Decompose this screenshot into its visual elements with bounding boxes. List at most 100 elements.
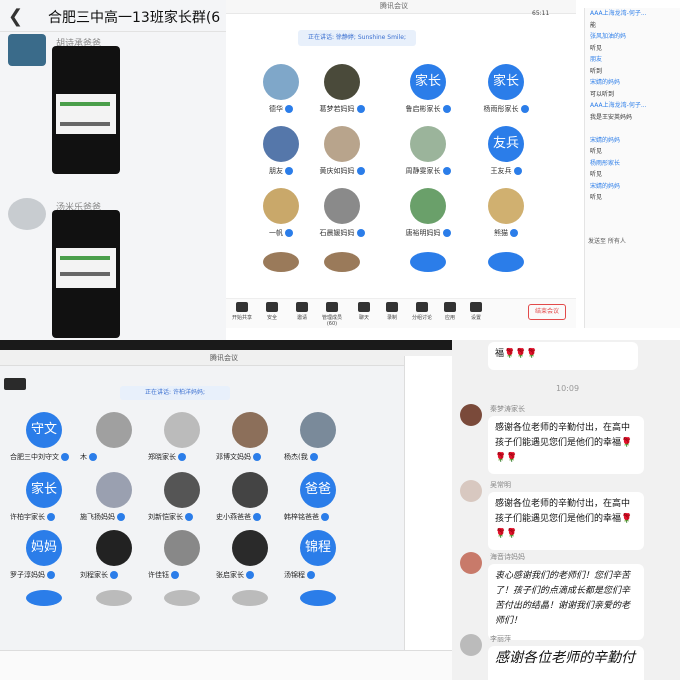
image-message[interactable] [52, 210, 120, 338]
toolbar-item[interactable]: 应用 [436, 302, 464, 321]
image-content [60, 122, 110, 126]
toolbar-item[interactable]: 安全 [258, 302, 286, 321]
chat-line: 杨雨彤家长 [590, 159, 621, 167]
toolbar-icon [266, 302, 278, 312]
participant-avatar[interactable] [324, 188, 360, 224]
participant-name: 汤锦程 [284, 570, 315, 580]
participant-avatar[interactable] [164, 590, 200, 606]
monitor-bezel [0, 340, 452, 350]
timestamp: 10:09 [556, 384, 580, 393]
message-bubble: 衷心感谢我们的老师们！您们辛苦了！孩子们的点滴成长都是您们辛苦付出的结晶！谢谢我… [488, 564, 644, 640]
participant-name: 熊猫 [476, 228, 536, 238]
avatar[interactable] [460, 552, 482, 574]
chat-line: 听见 [590, 194, 603, 201]
participant-avatar[interactable] [164, 472, 200, 508]
participant-avatar[interactable] [164, 530, 200, 566]
participant-avatar[interactable] [300, 412, 336, 448]
participant-avatar[interactable] [300, 590, 336, 606]
toolbar-label: 分组讨论 [411, 315, 432, 321]
participant-avatar[interactable]: 锦程 [300, 530, 336, 566]
participant-avatar[interactable] [324, 252, 360, 272]
toolbar-item[interactable]: 设置 [462, 302, 490, 321]
participant-avatar[interactable] [96, 472, 132, 508]
participant-avatar[interactable] [410, 252, 446, 272]
participant-avatar[interactable] [263, 64, 299, 100]
participant-avatar[interactable]: 家长 [488, 64, 524, 100]
participant-name: 葛梦若妈妈 [312, 104, 372, 114]
chat-line: 听见 [590, 44, 603, 52]
sender-name: 李丽萍 [490, 635, 511, 643]
participant-name: 张启家长 [216, 570, 254, 580]
participant-name: 周静雯家长 [398, 166, 458, 176]
participant-avatar[interactable] [263, 252, 299, 272]
participant-avatar[interactable]: 妈妈 [26, 530, 62, 566]
participant-avatar[interactable]: 家长 [26, 472, 62, 508]
participant-avatar[interactable] [96, 590, 132, 606]
participant-name: 韩梓铭爸爸 [284, 512, 329, 522]
participant-name: 木 [80, 452, 97, 462]
participant-avatar[interactable] [410, 188, 446, 224]
participant-avatar[interactable] [263, 126, 299, 162]
avatar[interactable] [460, 404, 482, 426]
participant-avatar[interactable] [96, 412, 132, 448]
toolbar-item[interactable]: 管理成员(60) [318, 302, 346, 327]
toolbar-label: 应用 [444, 315, 455, 321]
participant-avatar[interactable] [263, 188, 299, 224]
send-to-selector[interactable]: 发送至 所有人 [588, 236, 626, 245]
mic-icon [309, 453, 318, 461]
toolbar-icon [386, 302, 398, 312]
chat-line: 宋婧的妈妈 [590, 79, 621, 86]
participant-avatar[interactable]: 友兵 [488, 126, 524, 162]
participant-avatar[interactable] [232, 530, 268, 566]
meeting-title: 腾讯会议 [380, 2, 408, 10]
avatar[interactable] [8, 198, 46, 230]
sender-name: 秦梦涛家长 [490, 405, 525, 413]
chat-line: 宋婧的妈妈 [590, 182, 621, 190]
avatar[interactable] [460, 634, 482, 656]
participant-avatar[interactable] [232, 472, 268, 508]
participant-avatar[interactable]: 守文 [26, 412, 62, 448]
mic-icon [442, 105, 451, 113]
mic-icon [321, 513, 329, 521]
toolbar-item[interactable]: 聊天 [350, 302, 378, 321]
participant-avatar[interactable] [324, 64, 360, 100]
back-icon[interactable]: ❮ [8, 6, 23, 27]
end-meeting-button[interactable]: 结束会议 [528, 304, 566, 320]
chat-line: 我是王安英妈妈 [590, 113, 633, 121]
toolbar-item[interactable]: 邀请 [288, 302, 316, 321]
participant-avatar[interactable]: 家长 [410, 64, 446, 100]
participant-avatar[interactable] [410, 126, 446, 162]
chat-line: 朋友 [590, 56, 603, 63]
participant-name: 杨杰(我 [284, 452, 318, 462]
chat-line: 张风加油的妈 [590, 33, 627, 40]
pause-icon[interactable] [4, 378, 26, 390]
participant-name: 合肥三中刘守文 [10, 452, 69, 462]
avatar[interactable] [8, 34, 46, 66]
participant-avatar[interactable] [164, 412, 200, 448]
toolbar-item[interactable]: 录制 [378, 302, 406, 321]
participant-avatar[interactable] [232, 412, 268, 448]
chat-line: 可以听到 [590, 90, 615, 98]
image-message[interactable] [52, 46, 120, 174]
mic-icon [356, 167, 365, 175]
toolbar-item[interactable]: 开始共享 [228, 302, 256, 321]
mic-icon [442, 167, 451, 175]
chat-line: AAA上海龙湾-何子... [590, 102, 647, 109]
participant-avatar[interactable] [324, 126, 360, 162]
participant-avatar[interactable] [232, 590, 268, 606]
participant-avatar[interactable] [26, 590, 62, 606]
participant-avatar[interactable]: 爸爸 [300, 472, 336, 508]
mic-icon [356, 229, 365, 237]
chat-title: 合肥三中高一13班家长群(6 [48, 10, 221, 26]
participant-avatar[interactable] [488, 252, 524, 272]
participant-avatar[interactable] [96, 530, 132, 566]
participant-name: 施飞扬妈妈 [80, 512, 125, 522]
participant-name: 邓博文妈妈 [216, 452, 261, 462]
participant-name: 王友兵 [476, 166, 536, 176]
participant-avatar[interactable] [488, 188, 524, 224]
avatar[interactable] [460, 480, 482, 502]
message-bubble: 感谢各位老师的辛勤付出，在高中孩子们能遇见您们是他们的幸福🌹🌹🌹 [488, 492, 644, 550]
toolbar-item[interactable]: 分组讨论 [408, 302, 436, 321]
participant-name: 刘程家长 [80, 570, 118, 580]
participant-name: 许柏宇家长 [10, 512, 55, 522]
